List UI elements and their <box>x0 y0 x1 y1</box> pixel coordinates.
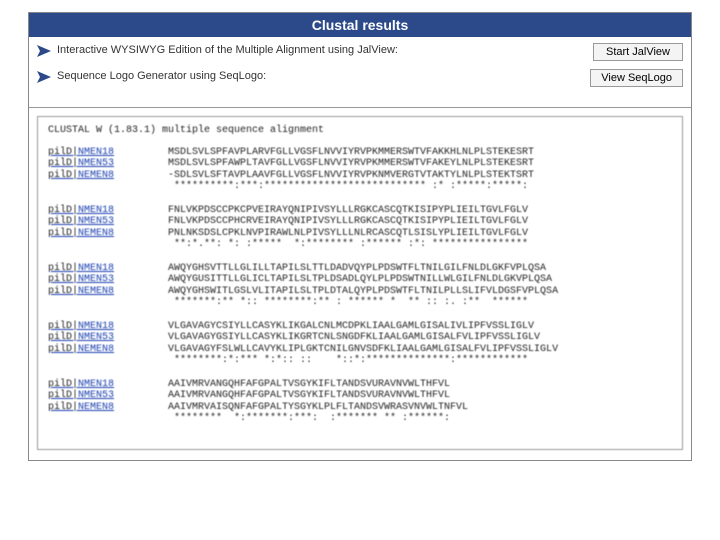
sequence-residues: VLGAVAGYGSIYLLCASYKLIKGRTCNLSNGDFKLIAALG… <box>168 332 540 344</box>
alignment-block: pilD|NMEN18FNLVKPDSCCPKCPVEIRAYQNIPIVSYL… <box>48 205 672 251</box>
alignment-row: pilD|NMEN18MSDLSVLSPFAVPLARVFGLLVGSFLNVV… <box>48 147 672 159</box>
sequence-residues: AWQYGUSITTLLGLICLTAPILSLTPLDSADLQYLPLPDS… <box>168 274 552 286</box>
sequence-residues: VLGAVAGYCSIYLLCASYKLIKGALCNLMCDPKLIAALGA… <box>168 321 534 333</box>
sequence-residues: FNLVKPDSCCPKCPVEIRAYQNIPIVSYLLLRGKCASCQT… <box>168 205 528 217</box>
tool-rows: Interactive WYSIWYG Edition of the Multi… <box>29 37 691 107</box>
sequence-id[interactable]: pilD|NEMEN8 <box>48 344 168 356</box>
sequence-id[interactable]: pilD|NMEN18 <box>48 147 168 159</box>
alignment-row: pilD|NMEN18AWQYGHSVTTLLGLILLTAPILSLTTLDA… <box>48 263 672 275</box>
alignment-block: pilD|NMEN18AWQYGHSVTTLLGLILLTAPILSLTTLDA… <box>48 263 672 309</box>
alignment-row: pilD|NEMEN8AAIVMRVAISQNFAFGPALTYSGYKLPLF… <box>48 402 672 414</box>
app-frame: Clustal results Interactive WYSIWYG Edit… <box>0 0 720 540</box>
sequence-id[interactable]: pilD|NMEN53 <box>48 332 168 344</box>
sequence-residues: -SDLSVLSFTAVPLAAVFGLLVGSFLNVVIYRVPKNMVER… <box>168 170 534 182</box>
results-panel: Clustal results Interactive WYSIWYG Edit… <box>28 12 692 461</box>
alignment-row: pilD|NMEN18FNLVKPDSCCPKCPVEIRAYQNIPIVSYL… <box>48 205 672 217</box>
alignment-row: pilD|NMEN53FNLVKPDSCCPHCRVEIRAYQNIPIVSYL… <box>48 216 672 228</box>
alignment-row: pilD|NEMEN8PNLNKSDSLCPKLNVPIRAWLNLPIVSYL… <box>48 228 672 240</box>
sequence-residues: AAIVMRVANGQHFAFGPALTVSGYKIFLTANDSVURAVNV… <box>168 379 450 391</box>
sequence-id[interactable]: pilD|NMEN18 <box>48 205 168 217</box>
sequence-id[interactable]: pilD|NMEN53 <box>48 158 168 170</box>
alignment-row: pilD|NEMEN8AWQYGHSWITLGSLVLITAPILSLTPLDT… <box>48 286 672 298</box>
sequence-id[interactable]: pilD|NMEN53 <box>48 390 168 402</box>
alignment-body: pilD|NMEN18MSDLSVLSPFAVPLARVFGLLVGSFLNVV… <box>48 147 672 425</box>
alignment-block: pilD|NMEN18MSDLSVLSPFAVPLARVFGLLVGSFLNVV… <box>48 147 672 193</box>
consensus-row: ********:*:*** *:*:: :: *::*:***********… <box>48 355 672 367</box>
consensus-row: ******** *:*******:***: :******* ** :***… <box>48 413 672 425</box>
arrow-icon <box>37 71 51 83</box>
sequence-residues: VLGAVAGYFSLWLLCAVYKLIPLGKTCNILGNVSDFKLIA… <box>168 344 558 356</box>
alignment-row: pilD|NEMEN8-SDLSVLSFTAVPLAAVFGLLVGSFLNVV… <box>48 170 672 182</box>
consensus-row: *******:** *:: ********:** : ****** * **… <box>48 297 672 309</box>
sequence-residues: FNLVKPDSCCPHCRVEIRAYQNIPIVSYLLLRGKCASCQT… <box>168 216 528 228</box>
sequence-residues: AWQYGHSWITLGSLVLITAPILSLTPLDTALQYPLPDSWT… <box>168 286 558 298</box>
alignment-block: pilD|NMEN18AAIVMRVANGQHFAFGPALTVSGYKIFLT… <box>48 379 672 425</box>
consensus-row: **:*.**: *: :***** *:******** :****** :*… <box>48 239 672 251</box>
alignment-row: pilD|NMEN18AAIVMRVANGQHFAFGPALTVSGYKIFLT… <box>48 379 672 391</box>
sequence-id[interactable]: pilD|NEMEN8 <box>48 402 168 414</box>
alignment-block: pilD|NMEN18VLGAVAGYCSIYLLCASYKLIKGALCNLM… <box>48 321 672 367</box>
alignment-row: pilD|NMEN18VLGAVAGYCSIYLLCASYKLIKGALCNLM… <box>48 321 672 333</box>
start-jalview-button[interactable]: Start JalView <box>593 43 683 61</box>
consensus-line: ******** *:*******:***: :******* ** :***… <box>168 413 450 425</box>
arrow-icon <box>37 45 51 57</box>
sequence-id[interactable]: pilD|NEMEN8 <box>48 286 168 298</box>
panel-title: Clustal results <box>29 13 691 37</box>
consensus-line: *******:** *:: ********:** : ****** * **… <box>168 297 528 309</box>
sequence-id[interactable]: pilD|NEMEN8 <box>48 170 168 182</box>
tool-row-seqlogo: Sequence Logo Generator using SeqLogo: V… <box>37 69 683 87</box>
tool-row-jalview: Interactive WYSIWYG Edition of the Multi… <box>37 43 683 61</box>
sequence-residues: PNLNKSDSLCPKLNVPIRAWLNLPIVSYLLLNLRCASCQT… <box>168 228 528 240</box>
alignment-row: pilD|NMEN53VLGAVAGYGSIYLLCASYKLIKGRTCNLS… <box>48 332 672 344</box>
alignment-row: pilD|NMEN53MSDLSVLSPFAWPLTAVFGLLVGSFLNVV… <box>48 158 672 170</box>
sequence-residues: MSDLSVLSPFAWPLTAVFGLLVGSFLNVVIYRVPKMMERS… <box>168 158 534 170</box>
tool-text-seqlogo: Sequence Logo Generator using SeqLogo: <box>57 69 590 83</box>
sequence-id[interactable]: pilD|NMEN18 <box>48 263 168 275</box>
consensus-line: **:*.**: *: :***** *:******** :****** :*… <box>168 239 528 251</box>
divider <box>29 107 691 108</box>
sequence-id[interactable]: pilD|NEMEN8 <box>48 228 168 240</box>
alignment-output: CLUSTAL W (1.83.1) multiple sequence ali… <box>37 116 683 450</box>
sequence-residues: AAIVMRVAISQNFAFGPALTYSGYKLPLFLTANDSVWRAS… <box>168 402 468 414</box>
alignment-row: pilD|NMEN53AWQYGUSITTLLGLICLTAPILSLTPLDS… <box>48 274 672 286</box>
sequence-residues: MSDLSVLSPFAVPLARVFGLLVGSFLNVVIYRVPKMMERS… <box>168 147 534 159</box>
sequence-residues: AWQYGHSVTTLLGLILLTAPILSLTTLDADVQYPLPDSWT… <box>168 263 546 275</box>
sequence-id[interactable]: pilD|NMEN18 <box>48 379 168 391</box>
sequence-id[interactable]: pilD|NMEN53 <box>48 216 168 228</box>
sequence-residues: AAIVMRVANGQHFAFGPALTVSGYKIFLTANDSVURAVNV… <box>168 390 450 402</box>
tool-text-jalview: Interactive WYSIWYG Edition of the Multi… <box>57 43 593 57</box>
view-seqlogo-button[interactable]: View SeqLogo <box>590 69 683 87</box>
alignment-row: pilD|NMEN53AAIVMRVANGQHFAFGPALTVSGYKIFLT… <box>48 390 672 402</box>
alignment-row: pilD|NEMEN8VLGAVAGYFSLWLLCAVYKLIPLGKTCNI… <box>48 344 672 356</box>
sequence-id[interactable]: pilD|NMEN53 <box>48 274 168 286</box>
alignment-header: CLUSTAL W (1.83.1) multiple sequence ali… <box>48 125 672 137</box>
consensus-line: **********:***:*************************… <box>168 181 528 193</box>
sequence-id[interactable]: pilD|NMEN18 <box>48 321 168 333</box>
consensus-line: ********:*:*** *:*:: :: *::*:***********… <box>168 355 528 367</box>
consensus-row: **********:***:*************************… <box>48 181 672 193</box>
